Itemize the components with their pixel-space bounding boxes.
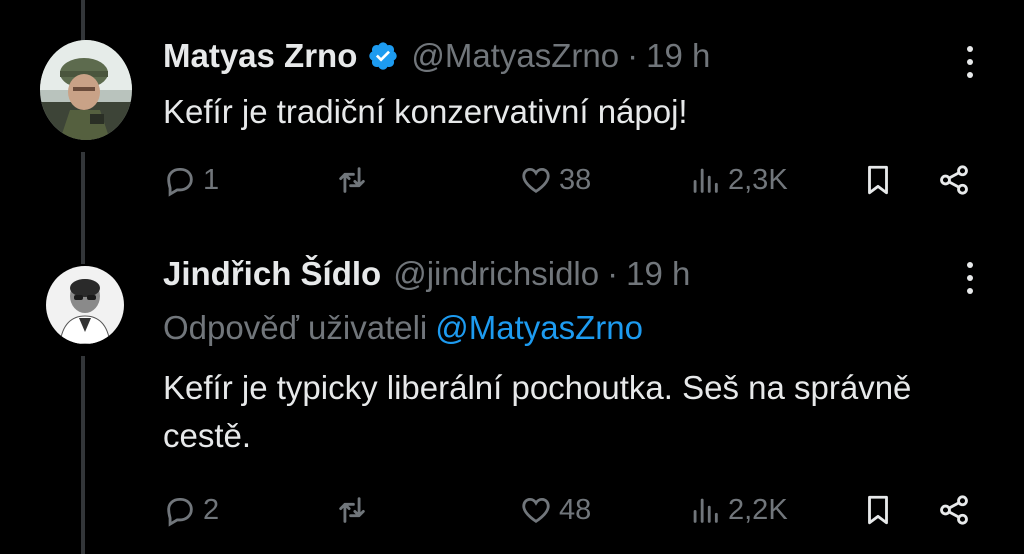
like-button[interactable]: 48	[519, 488, 591, 532]
share-button[interactable]	[937, 488, 971, 532]
share-icon	[940, 165, 968, 195]
separator: ·	[607, 255, 619, 292]
thread-line-top	[81, 0, 85, 40]
author-handle[interactable]: @MatyasZrno	[411, 36, 619, 76]
bookmark-icon	[868, 165, 888, 195]
like-button[interactable]: 38	[519, 158, 591, 202]
views-icon	[693, 498, 718, 523]
like-count: 38	[559, 163, 592, 196]
reply-count: 2	[203, 493, 220, 526]
like-icon	[522, 497, 550, 523]
views-count: 2,2K	[728, 493, 788, 526]
share-icon	[940, 495, 968, 525]
thread-line-middle	[81, 152, 85, 264]
author-name[interactable]: Matyas Zrno	[163, 36, 357, 76]
tweet-text: Kefír je typicky liberální pochoutka. Se…	[163, 369, 912, 454]
timestamp[interactable]: 19 h	[646, 36, 710, 76]
reply-button[interactable]: 1	[163, 158, 219, 202]
repost-button[interactable]	[335, 488, 369, 532]
like-icon	[522, 167, 550, 193]
share-button[interactable]	[937, 158, 971, 202]
replying-to-mention[interactable]: @MatyasZrno	[435, 309, 643, 346]
avatar[interactable]	[40, 40, 132, 140]
separator: ·	[627, 37, 639, 74]
bookmark-icon	[868, 495, 888, 525]
views-button[interactable]: 2,3K	[688, 158, 788, 202]
views-icon	[693, 168, 718, 193]
thread-line-bottom	[81, 356, 85, 554]
reply-icon	[167, 167, 193, 197]
author-name[interactable]: Jindřich Šídlo	[163, 254, 381, 294]
timestamp[interactable]: 19 h	[626, 254, 690, 294]
bookmark-button[interactable]	[861, 158, 895, 202]
tweet-text: Kefír je tradiční konzervativní nápoj!	[163, 93, 688, 130]
repost-icon	[339, 497, 365, 523]
more-icon[interactable]	[955, 42, 985, 82]
avatar[interactable]	[46, 266, 124, 344]
reply-count: 1	[203, 163, 220, 196]
like-count: 48	[559, 493, 592, 526]
reply-icon	[167, 497, 193, 527]
repost-button[interactable]	[335, 158, 369, 202]
verified-badge-icon	[367, 40, 399, 72]
repost-icon	[339, 167, 365, 193]
reply-button[interactable]: 2	[163, 488, 219, 532]
author-handle[interactable]: @jindrichsidlo	[393, 254, 599, 294]
tweet-actions: 2 48 2,2K	[163, 488, 983, 532]
replying-to-label: Odpověď uživateli	[163, 309, 428, 346]
tweet-header: Jindřich Šídlo @jindrichsidlo · 19 h	[163, 254, 690, 294]
replying-to: Odpověď uživateli @MatyasZrno	[163, 308, 643, 348]
bookmark-button[interactable]	[861, 488, 895, 532]
more-icon[interactable]	[955, 258, 985, 298]
tweet-header: Matyas Zrno @MatyasZrno · 19 h	[163, 36, 710, 76]
views-count: 2,3K	[728, 163, 788, 196]
views-button[interactable]: 2,2K	[688, 488, 788, 532]
tweet-actions: 1 38 2,3K	[163, 158, 983, 202]
